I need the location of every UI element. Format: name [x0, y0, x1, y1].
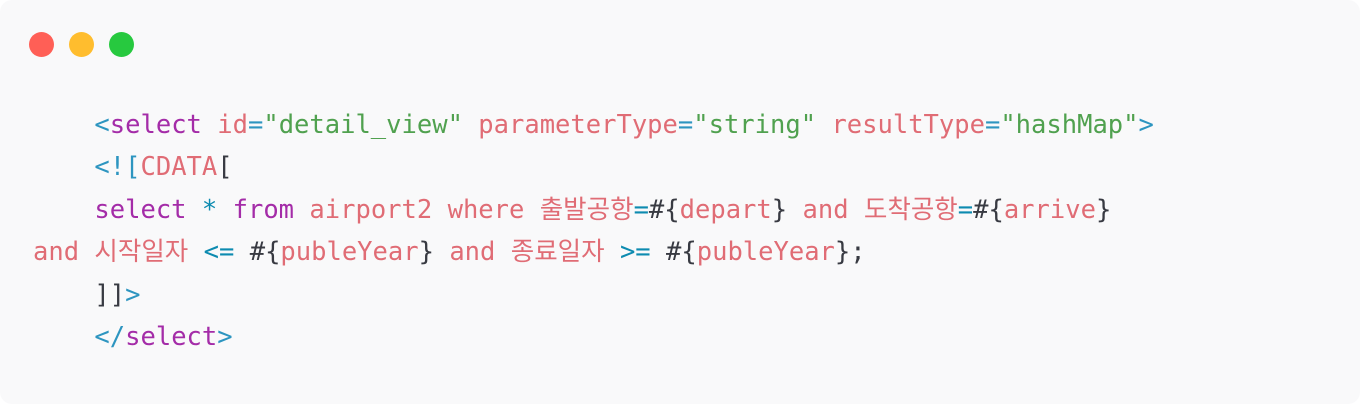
code-line-1: <select id="detail_view" parameterType="…: [33, 104, 1154, 146]
code-token: arrive: [1003, 194, 1096, 225]
code-line-2: <![CDATA[: [33, 146, 1154, 188]
code-token: {: [664, 194, 680, 225]
code-token: >: [125, 279, 141, 310]
code-line-6: </select>: [33, 316, 1154, 358]
code-token: <=: [203, 237, 235, 268]
code-token: *: [201, 194, 218, 225]
code-token: from: [232, 194, 295, 225]
code-token: where: [447, 194, 525, 225]
code-token: }: [771, 194, 788, 225]
code-token: #: [973, 194, 989, 225]
code-token: select: [94, 194, 187, 225]
window-controls: [29, 32, 134, 57]
code-line-5: ]]>: [33, 274, 1154, 316]
code-token: publeYear: [696, 237, 835, 268]
code-token: 출발공항: [539, 194, 634, 225]
code-token: {: [265, 237, 281, 268]
code-token: }: [418, 237, 434, 268]
code-token: ;: [850, 237, 866, 268]
code-line-4: and 시작일자 <= #{publeYear} and 종료일자 >= #{p…: [33, 231, 1154, 273]
close-button[interactable]: [29, 32, 54, 57]
code-token: =: [247, 110, 264, 140]
code-window: <select id="detail_view" parameterType="…: [0, 0, 1360, 404]
code-token: and: [802, 194, 849, 225]
code-token: =: [633, 194, 649, 225]
code-token: >=: [619, 237, 651, 268]
code-token: {: [988, 194, 1004, 225]
code-token: 시작일자: [94, 237, 189, 268]
code-token: "string": [693, 110, 817, 140]
code-token: <: [94, 110, 110, 140]
code-token: =: [984, 110, 1001, 140]
code-token: </: [94, 321, 126, 352]
code-token: select: [125, 321, 218, 352]
code-token: >: [217, 321, 233, 352]
code-token: #: [249, 237, 266, 268]
code-token: <![: [94, 152, 141, 183]
code-token: airport2: [309, 194, 433, 225]
code-token: =: [677, 110, 694, 140]
code-token: ]]: [94, 279, 126, 310]
code-token: {: [681, 237, 697, 268]
maximize-button[interactable]: [109, 32, 134, 57]
code-token: publeYear: [280, 237, 419, 268]
code-token: parameterType: [478, 110, 678, 140]
code-token: #: [648, 194, 665, 225]
code-token: >: [1138, 110, 1154, 140]
code-token: 종료일자: [510, 237, 605, 268]
code-token: "detail_view": [263, 110, 463, 140]
code-token: depart: [679, 194, 772, 225]
code-line-3: select * from airport2 where 출발공항=#{depa…: [33, 189, 1154, 231]
code-block: <select id="detail_view" parameterType="…: [33, 104, 1154, 358]
code-token: }: [834, 237, 851, 268]
code-token: #: [666, 237, 682, 268]
code-token: and: [33, 237, 80, 268]
code-token: and: [449, 237, 496, 268]
code-token: 도착공항: [863, 194, 958, 225]
code-token: [: [217, 152, 233, 183]
code-token: CDATA: [140, 152, 218, 183]
code-token: "hashMap": [1000, 110, 1139, 140]
code-token: id: [217, 110, 248, 140]
code-token: =: [957, 194, 974, 225]
code-token: }: [1095, 194, 1112, 225]
code-token: resultType: [831, 110, 985, 140]
code-token: select: [109, 110, 202, 140]
minimize-button[interactable]: [69, 32, 94, 57]
